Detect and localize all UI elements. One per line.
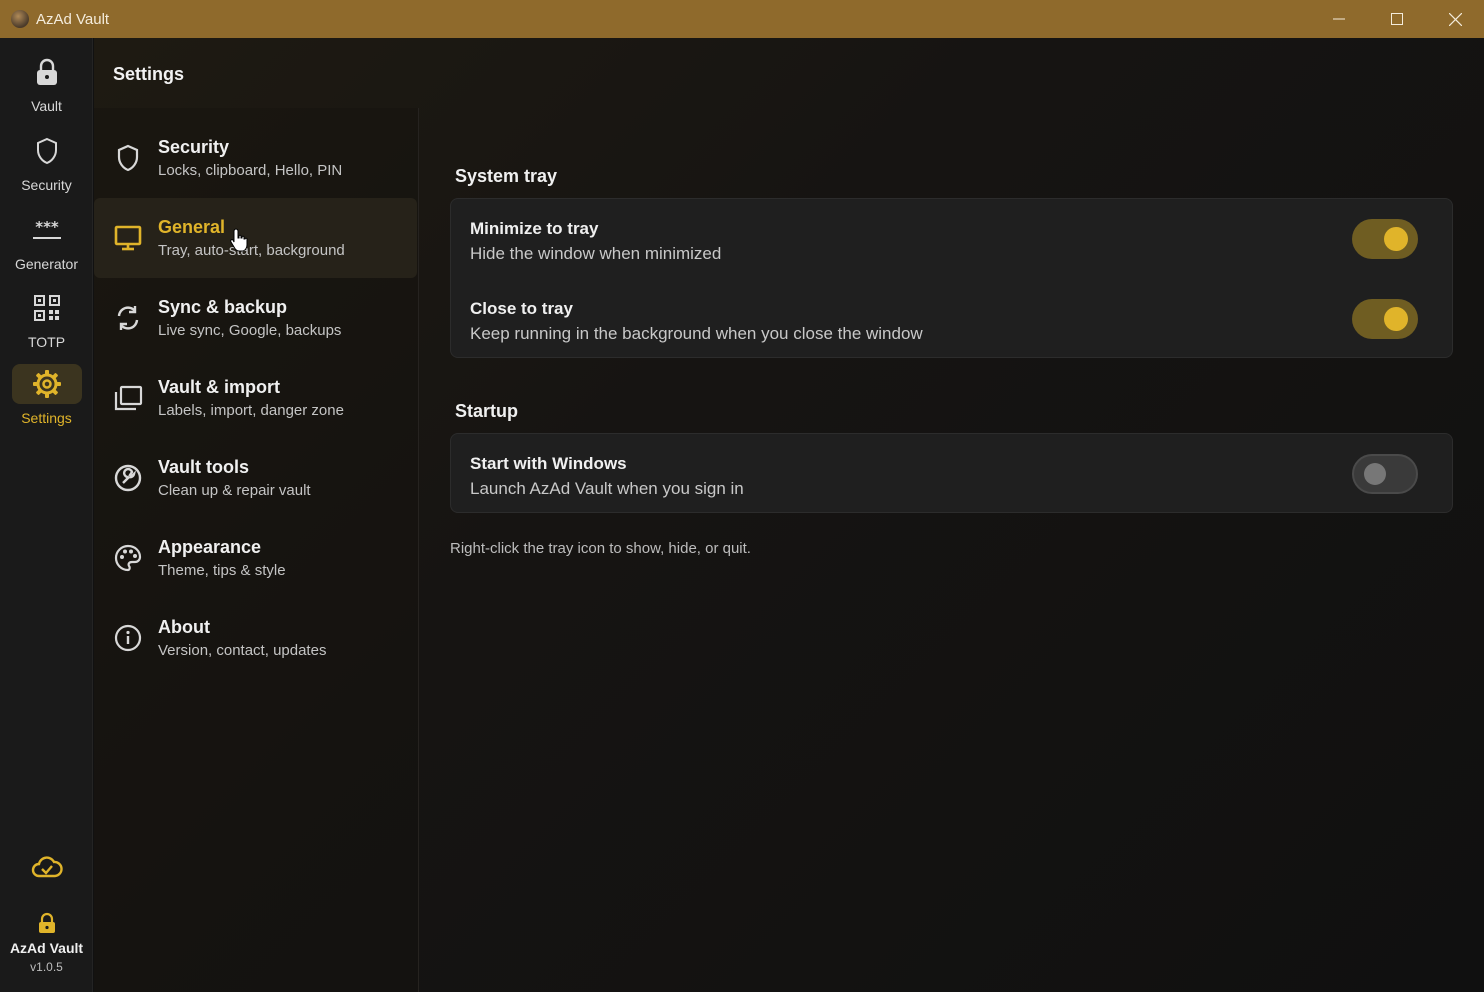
nav-item-subtitle: Tray, auto-start, background bbox=[158, 242, 345, 259]
close-icon bbox=[1448, 12, 1462, 26]
rail-item-vault[interactable]: Vault bbox=[0, 52, 93, 114]
toggle-knob bbox=[1364, 463, 1386, 485]
wrench-icon bbox=[114, 464, 142, 492]
nav-item-vault-tools[interactable]: Vault tools Clean up & repair vault bbox=[94, 438, 417, 518]
rail-label-settings: Settings bbox=[21, 410, 72, 426]
nav-icon-slot bbox=[113, 383, 143, 413]
monitor-icon bbox=[114, 225, 142, 251]
maximize-button[interactable] bbox=[1368, 0, 1426, 38]
nav-item-title: About bbox=[158, 617, 210, 637]
nav-item-title: Sync & backup bbox=[158, 297, 288, 317]
window-controls bbox=[1310, 0, 1484, 38]
nav-item-subtitle: Locks, clipboard, Hello, PIN bbox=[158, 162, 343, 179]
nav-item-security[interactable]: Security Locks, clipboard, Hello, PIN bbox=[94, 118, 417, 198]
nav-item-subtitle: Theme, tips & style bbox=[158, 562, 286, 579]
nav-icon-slot bbox=[113, 463, 143, 493]
startup-card: Start with Windows Launch AzAd Vault whe… bbox=[450, 433, 1453, 513]
palette-icon bbox=[114, 544, 142, 572]
rail-item-settings[interactable]: Settings bbox=[0, 364, 93, 426]
maximize-icon bbox=[1391, 13, 1403, 25]
nav-item-subtitle: Version, contact, updates bbox=[158, 642, 327, 659]
setting-row-close-to-tray: Close to tray Keep running in the backgr… bbox=[451, 279, 1452, 359]
toggle-knob bbox=[1384, 227, 1408, 251]
nav-item-title: General bbox=[158, 217, 226, 237]
nav-item-title: Vault tools bbox=[158, 457, 250, 477]
folders-icon bbox=[114, 385, 143, 411]
sync-icon bbox=[117, 306, 139, 330]
nav-icon-slot bbox=[113, 143, 143, 173]
main-area: Settings Security Locks, clipboard, Hell… bbox=[94, 38, 1484, 992]
nav-icon-slot bbox=[113, 543, 143, 573]
shield-icon bbox=[117, 144, 139, 172]
nav-icon-slot bbox=[113, 223, 143, 253]
info-icon bbox=[114, 624, 142, 652]
gear-icon bbox=[32, 370, 61, 398]
svg-text:***: *** bbox=[35, 219, 59, 236]
rail-icon-slot bbox=[12, 52, 82, 92]
nav-item-subtitle: Labels, import, danger zone bbox=[158, 402, 344, 419]
close-to-tray-toggle[interactable] bbox=[1352, 299, 1418, 339]
rail-label-totp: TOTP bbox=[27, 334, 66, 350]
minimize-to-tray-toggle[interactable] bbox=[1352, 219, 1418, 259]
title-bar: AzAd Vault bbox=[0, 0, 1484, 38]
system-tray-card: Minimize to tray Hide the window when mi… bbox=[450, 198, 1453, 358]
nav-item-subtitle: Live sync, Google, backups bbox=[158, 322, 342, 339]
cloud-check-icon bbox=[31, 856, 63, 878]
lock-icon bbox=[36, 58, 57, 85]
nav-item-vault-import[interactable]: Vault & import Labels, import, danger zo… bbox=[94, 358, 417, 438]
nav-item-title: Appearance bbox=[158, 537, 262, 557]
qr-code-icon bbox=[33, 295, 60, 321]
app-logo-icon bbox=[11, 10, 29, 28]
setting-title: Start with Windows bbox=[470, 454, 627, 473]
setting-description: Keep running in the background when you … bbox=[470, 324, 923, 343]
start-with-windows-toggle[interactable] bbox=[1352, 454, 1418, 494]
setting-row-start-with-windows: Start with Windows Launch AzAd Vault whe… bbox=[451, 434, 1452, 514]
minimize-button[interactable] bbox=[1310, 0, 1368, 38]
close-button[interactable] bbox=[1426, 0, 1484, 38]
settings-nav: Security Locks, clipboard, Hello, PIN Ge… bbox=[94, 108, 419, 992]
setting-title: Close to tray bbox=[470, 299, 573, 318]
nav-icon-slot bbox=[113, 623, 143, 653]
nav-icon-slot bbox=[113, 303, 143, 333]
nav-item-subtitle: Clean up & repair vault bbox=[158, 482, 311, 499]
nav-item-about[interactable]: About Version, contact, updates bbox=[94, 598, 417, 678]
section-title-startup: Startup bbox=[455, 401, 518, 421]
shield-icon bbox=[36, 137, 57, 165]
rail-item-security[interactable]: Security bbox=[0, 131, 93, 193]
section-title-system-tray: System tray bbox=[455, 166, 558, 186]
nav-item-general[interactable]: General Tray, auto-start, background bbox=[94, 198, 417, 278]
nav-item-sync-backup[interactable]: Sync & backup Live sync, Google, backups bbox=[94, 278, 417, 358]
setting-description: Launch AzAd Vault when you sign in bbox=[470, 479, 744, 498]
rail-icon-slot bbox=[12, 288, 82, 328]
nav-item-title: Vault & import bbox=[158, 377, 281, 397]
hand-cursor-icon bbox=[230, 228, 248, 252]
rail-label-vault: Vault bbox=[31, 98, 62, 114]
window-title: AzAd Vault bbox=[36, 10, 110, 28]
rail-icon-slot bbox=[11, 364, 82, 404]
rail-label-generator: Generator bbox=[14, 256, 79, 272]
nav-item-appearance[interactable]: Appearance Theme, tips & style bbox=[94, 518, 417, 598]
setting-title: Minimize to tray bbox=[470, 219, 599, 238]
tray-hint-text: Right-click the tray icon to show, hide,… bbox=[450, 540, 751, 557]
rail-item-generator[interactable]: *** Generator bbox=[0, 210, 93, 272]
asterisks-icon: *** bbox=[32, 219, 61, 239]
setting-description: Hide the window when minimized bbox=[470, 244, 722, 263]
rail-label-security: Security bbox=[21, 177, 72, 193]
minimize-icon bbox=[1333, 18, 1345, 20]
footer-version: v1.0.5 bbox=[30, 960, 63, 974]
footer-app-name: AzAd Vault bbox=[9, 940, 84, 956]
rail-icon-slot bbox=[12, 131, 82, 171]
nav-item-title: Security bbox=[158, 137, 230, 157]
rail-icon-slot: *** bbox=[12, 210, 82, 250]
page-title: Settings bbox=[113, 64, 185, 84]
lock-icon bbox=[38, 912, 55, 933]
app-footer: AzAd Vault v1.0.5 bbox=[0, 912, 93, 974]
setting-row-minimize-to-tray: Minimize to tray Hide the window when mi… bbox=[451, 199, 1452, 279]
sync-status[interactable] bbox=[0, 856, 93, 878]
app-rail: Vault Security *** Generator TOTP Settin… bbox=[0, 38, 93, 992]
rail-item-totp[interactable]: TOTP bbox=[0, 288, 93, 350]
toggle-knob bbox=[1384, 307, 1408, 331]
